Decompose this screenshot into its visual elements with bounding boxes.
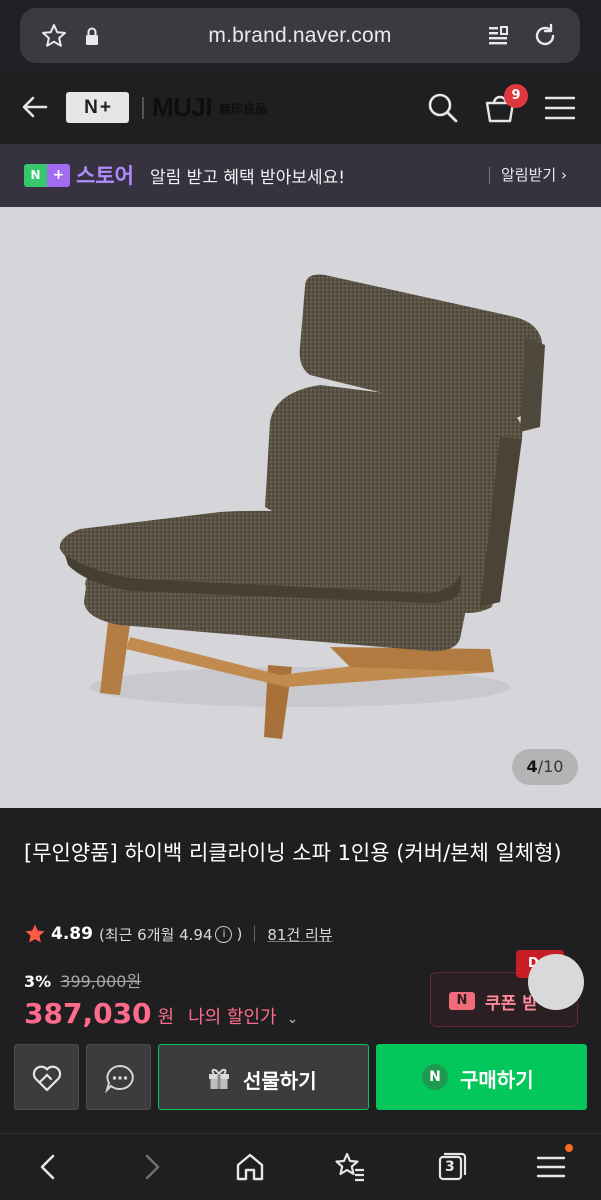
my-discount-toggle[interactable]: 나의 할인가 (188, 1003, 277, 1029)
store-alert-banner[interactable]: N + 스토어 알림 받고 혜택 받아보세요! 알림받기 › (0, 144, 601, 207)
store-logo-n: N (24, 164, 47, 187)
rating-row: 4.89 (최근 6개월 4.94 i ) 81건 리뷰 (24, 922, 333, 946)
home-icon[interactable] (233, 1150, 267, 1184)
store-divider (489, 167, 490, 184)
talk-button[interactable] (86, 1044, 151, 1110)
brand-divider (142, 97, 144, 119)
gift-label: 선물하기 (243, 1069, 317, 1093)
brand-kanji: 無印良品 (219, 102, 268, 116)
store-title: 스토어 (76, 164, 134, 188)
gift-icon (209, 1068, 229, 1089)
forward-icon[interactable] (134, 1150, 168, 1184)
naver-plus-logo[interactable]: N + (66, 92, 129, 123)
menu-icon[interactable] (544, 94, 576, 122)
gift-button[interactable]: 선물하기 (158, 1044, 369, 1110)
logo-plus: + (99, 96, 111, 118)
notify-label: 알림받기 (501, 166, 557, 184)
browser-toolbar: m.brand.naver.com (0, 0, 601, 70)
naver-pay-icon: N (422, 1064, 448, 1090)
store-logo-plus: + (47, 164, 70, 187)
discount-percent: 3% (24, 972, 52, 991)
heart-icon (32, 1065, 62, 1092)
cart-count-badge: 9 (504, 84, 528, 108)
bookmarks-icon[interactable] (333, 1150, 367, 1184)
image-counter: 4/10 (512, 749, 578, 785)
app-header: N + MUJI 無印良品 9 (0, 70, 601, 144)
product-title: [무인양품] 하이백 리클라이닝 소파 1인용 (커버/본체 일체형) (24, 841, 562, 865)
image-current: 4 (526, 757, 538, 776)
product-image-gallery[interactable]: 4/10 (0, 207, 601, 808)
discount-row: 3% 399,000원 (24, 968, 141, 992)
browser-bottom-nav: 3 (0, 1133, 601, 1200)
chat-bubble-icon (105, 1064, 134, 1093)
wishlist-button[interactable] (14, 1044, 79, 1110)
menu-icon[interactable] (534, 1150, 568, 1184)
tabs-icon[interactable]: 3 (434, 1150, 468, 1184)
product-info: [무인양품] 하이백 리클라이닝 소파 1인용 (커버/본체 일체형) 4.89… (0, 808, 601, 1133)
back-icon[interactable] (32, 1150, 66, 1184)
recent-rating: (최근 6개월 4.94 (98, 925, 213, 944)
sofa-image (59, 274, 545, 739)
original-price: 399,000원 (60, 972, 142, 991)
chevron-down-icon[interactable]: ⌄ (287, 1011, 299, 1027)
recent-rating-close: ) (236, 925, 243, 943)
price-row: 387,030 원 나의 할인가 ⌄ (24, 997, 298, 1030)
logo-n: N (84, 96, 98, 118)
notify-button[interactable]: 알림받기 › (501, 164, 567, 185)
rating-score: 4.89 (51, 924, 93, 944)
tab-count: 3 (445, 1159, 455, 1175)
buy-button[interactable]: N 구매하기 (376, 1044, 587, 1110)
store-message: 알림 받고 혜택 받아보세요! (150, 168, 346, 188)
price-unit: 원 (157, 1007, 175, 1028)
search-icon[interactable] (426, 91, 460, 125)
reviews-link[interactable]: 81건 리뷰 (267, 924, 332, 945)
info-icon[interactable]: i (215, 925, 233, 943)
arrow-left-icon[interactable] (20, 92, 50, 122)
buy-label: 구매하기 (460, 1068, 534, 1092)
chevron-right-icon: › (560, 166, 567, 184)
naver-n-icon: N (449, 992, 475, 1010)
rating-star-icon (25, 924, 45, 943)
floating-assistive-button[interactable] (528, 954, 584, 1010)
notification-dot (565, 1144, 573, 1152)
rating-divider (254, 926, 256, 942)
address-bar[interactable]: m.brand.naver.com (20, 8, 580, 63)
image-total: 10 (543, 757, 564, 776)
reader-icon[interactable] (484, 22, 512, 50)
brand-name[interactable]: MUJI (152, 92, 213, 123)
reload-icon[interactable] (531, 22, 559, 50)
action-buttons: 선물하기 N 구매하기 (0, 1044, 601, 1110)
naver-plus-store-logo: N + (24, 164, 70, 187)
sale-price: 387,030 (24, 997, 152, 1030)
